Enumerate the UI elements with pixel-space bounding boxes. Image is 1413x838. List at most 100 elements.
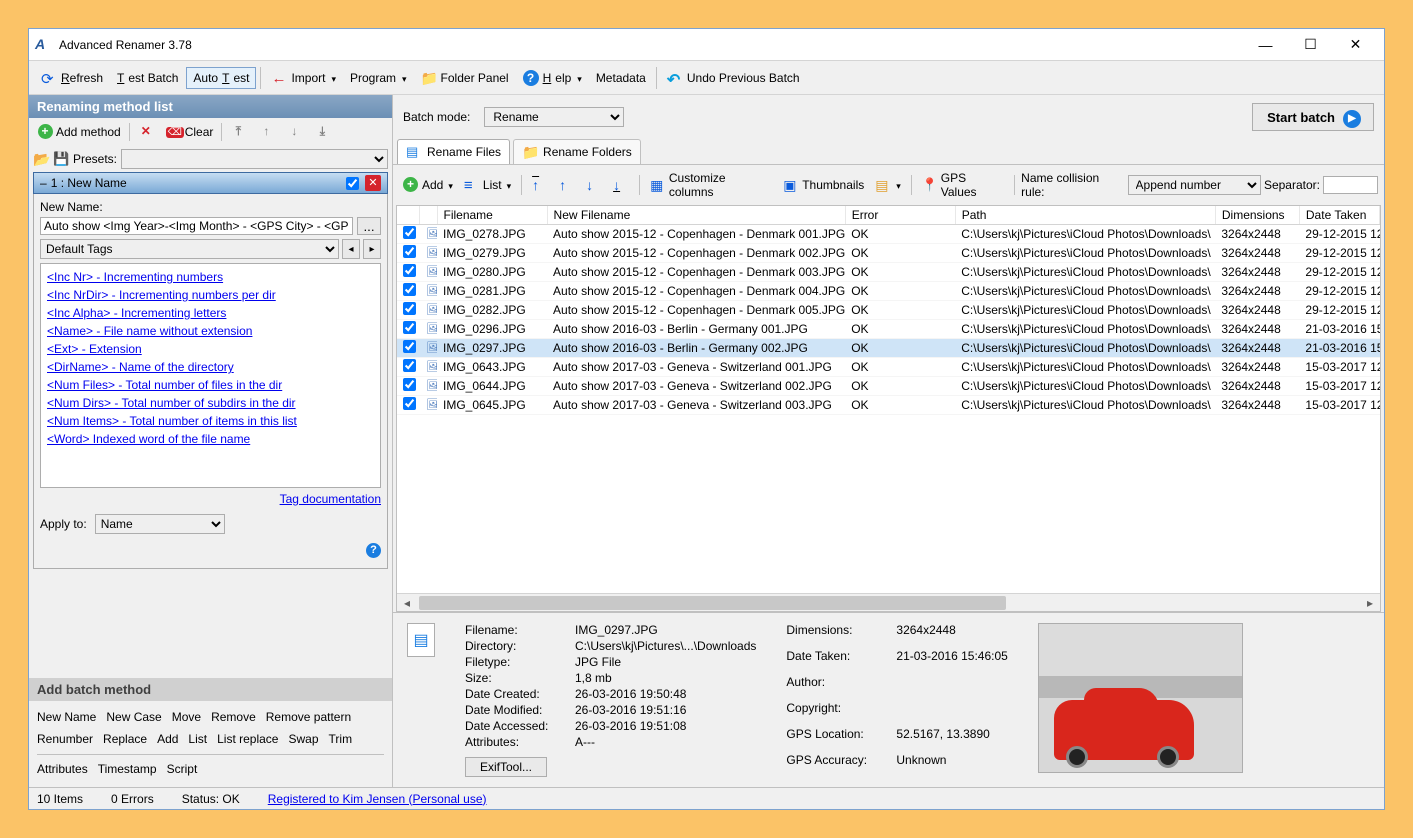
col-dimensions[interactable]: Dimensions	[1215, 206, 1299, 225]
auto-test-button[interactable]: Auto Test	[186, 67, 256, 89]
tag-link[interactable]: <Word> Indexed word of the file name	[47, 430, 374, 448]
batch-method-trim[interactable]: Trim	[329, 732, 353, 746]
row-checkbox[interactable]	[403, 359, 416, 372]
table-row[interactable]: IMG_0278.JPGAuto show 2015-12 - Copenhag…	[397, 225, 1380, 244]
batch-method-list-replace[interactable]: List replace	[217, 732, 278, 746]
remove-method-icon[interactable]	[365, 175, 381, 191]
tag-link[interactable]: <Num Items> - Total number of items in t…	[47, 412, 374, 430]
help-button[interactable]: Help	[517, 67, 588, 89]
batch-method-new-name[interactable]: New Name	[37, 710, 96, 724]
batch-method-remove-pattern[interactable]: Remove pattern	[266, 710, 351, 724]
file-table[interactable]: Filename New Filename Error Path Dimensi…	[397, 206, 1380, 415]
new-name-browse-button[interactable]: ...	[357, 217, 381, 235]
tag-link[interactable]: <DirName> - Name of the directory	[47, 358, 374, 376]
table-row[interactable]: IMG_0645.JPGAuto show 2017-03 - Geneva -…	[397, 396, 1380, 415]
row-checkbox[interactable]	[403, 283, 416, 296]
open-preset-icon[interactable]	[33, 151, 49, 167]
batch-method-attributes[interactable]: Attributes	[37, 762, 88, 776]
save-preset-icon[interactable]	[53, 151, 69, 167]
separator-input[interactable]	[1323, 176, 1378, 194]
batch-method-replace[interactable]: Replace	[103, 732, 147, 746]
table-row[interactable]: IMG_0280.JPGAuto show 2015-12 - Copenhag…	[397, 263, 1380, 282]
test-batch-button[interactable]: Test Batch	[111, 68, 184, 88]
tag-documentation-link[interactable]: Tag documentation	[280, 492, 381, 506]
move-up-button[interactable]	[254, 122, 278, 142]
col-date-taken[interactable]: Date Taken	[1299, 206, 1379, 225]
batch-method-remove[interactable]: Remove	[211, 710, 256, 724]
maximize-button[interactable]: ☐	[1288, 31, 1333, 59]
import-button[interactable]: Import	[265, 67, 342, 89]
table-row[interactable]: IMG_0296.JPGAuto show 2016-03 - Berlin -…	[397, 320, 1380, 339]
thumbnails-button[interactable]: Thumbnails	[779, 175, 868, 195]
tag-link[interactable]: <Name> - File name without extension	[47, 322, 374, 340]
table-row[interactable]: IMG_0297.JPGAuto show 2016-03 - Berlin -…	[397, 339, 1380, 358]
default-tags-select[interactable]: Default Tags	[40, 239, 339, 259]
batch-method-list[interactable]: List	[188, 732, 207, 746]
tag-link[interactable]: <Num Files> - Total number of files in t…	[47, 376, 374, 394]
undo-batch-button[interactable]: Undo Previous Batch	[661, 67, 806, 89]
tag-list[interactable]: <Inc Nr> - Incrementing numbers<Inc NrDi…	[40, 263, 381, 488]
new-name-input[interactable]	[40, 217, 353, 235]
gps-values-button[interactable]: GPS Values	[918, 169, 1008, 201]
row-checkbox[interactable]	[403, 245, 416, 258]
tag-link[interactable]: <Ext> - Extension	[47, 340, 374, 358]
tag-link[interactable]: <Inc NrDir> - Incrementing numbers per d…	[47, 286, 374, 304]
batch-method-renumber[interactable]: Renumber	[37, 732, 93, 746]
row-checkbox[interactable]	[403, 226, 416, 239]
tab-rename-files[interactable]: Rename Files	[397, 139, 510, 164]
table-row[interactable]: IMG_0644.JPGAuto show 2017-03 - Geneva -…	[397, 377, 1380, 396]
table-row[interactable]: IMG_0279.JPGAuto show 2015-12 - Copenhag…	[397, 244, 1380, 263]
refresh-button[interactable]: Refresh	[35, 67, 109, 89]
row-checkbox[interactable]	[403, 321, 416, 334]
row-checkbox[interactable]	[403, 302, 416, 315]
move-bottom-button[interactable]	[310, 122, 334, 142]
tag-next-button[interactable]: ▸	[363, 239, 381, 259]
table-row[interactable]: IMG_0643.JPGAuto show 2017-03 - Geneva -…	[397, 358, 1380, 377]
batch-method-add[interactable]: Add	[157, 732, 178, 746]
list-button[interactable]: List	[460, 175, 515, 195]
add-method-button[interactable]: Add method	[33, 122, 125, 142]
tag-link[interactable]: <Num Dirs> - Total number of subdirs in …	[47, 394, 374, 412]
clear-methods-button[interactable]: Clear	[162, 122, 218, 142]
batch-method-move[interactable]: Move	[172, 710, 201, 724]
file-move-up-button[interactable]	[555, 175, 579, 195]
file-move-top-button[interactable]	[528, 175, 552, 195]
batch-method-new-case[interactable]: New Case	[106, 710, 161, 724]
method-help-icon[interactable]	[365, 542, 381, 558]
start-batch-button[interactable]: Start batch	[1252, 103, 1374, 131]
presets-select[interactable]	[121, 149, 388, 169]
tag-link[interactable]: <Inc Nr> - Incrementing numbers	[47, 268, 374, 286]
col-filename[interactable]: Filename	[437, 206, 547, 225]
exiftool-button[interactable]: ExifTool...	[465, 757, 547, 777]
method-title-bar[interactable]: – 1 : New Name	[33, 172, 388, 194]
move-down-button[interactable]	[282, 122, 306, 142]
minimize-button[interactable]: —	[1243, 31, 1288, 59]
metadata-button[interactable]: Metadata	[590, 68, 652, 88]
table-row[interactable]: IMG_0282.JPGAuto show 2015-12 - Copenhag…	[397, 301, 1380, 320]
row-checkbox[interactable]	[403, 340, 416, 353]
tag-prev-button[interactable]: ◂	[342, 239, 360, 259]
horizontal-scrollbar[interactable]: ◂▸	[397, 593, 1380, 611]
mosaic-button[interactable]	[871, 175, 905, 195]
customize-columns-button[interactable]: Customize columns	[646, 169, 776, 201]
row-checkbox[interactable]	[403, 264, 416, 277]
row-checkbox[interactable]	[403, 397, 416, 410]
col-new-filename[interactable]: New Filename	[547, 206, 845, 225]
registration-link[interactable]: Registered to Kim Jensen (Personal use)	[268, 792, 487, 806]
tab-rename-folders[interactable]: Rename Folders	[513, 139, 641, 164]
tag-link[interactable]: <Inc Alpha> - Incrementing letters	[47, 304, 374, 322]
move-top-button[interactable]	[226, 122, 250, 142]
close-button[interactable]: ✕	[1333, 31, 1378, 59]
program-button[interactable]: Program	[344, 68, 413, 88]
folder-panel-button[interactable]: Folder Panel	[415, 67, 515, 89]
col-error[interactable]: Error	[845, 206, 955, 225]
collision-rule-select[interactable]: Append number	[1128, 175, 1261, 195]
method-enabled-checkbox[interactable]	[346, 177, 359, 190]
batch-method-swap[interactable]: Swap	[288, 732, 318, 746]
delete-method-button[interactable]	[134, 122, 158, 142]
add-files-button[interactable]: Add	[399, 175, 457, 195]
batch-mode-select[interactable]: Rename	[484, 107, 624, 127]
apply-to-select[interactable]: Name	[95, 514, 225, 534]
collapse-toggle[interactable]: –	[40, 176, 47, 190]
col-path[interactable]: Path	[955, 206, 1215, 225]
